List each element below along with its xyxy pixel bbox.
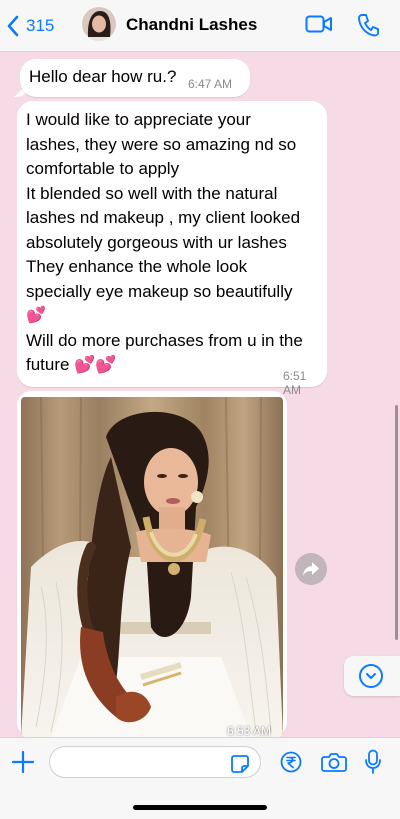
scrollbar[interactable] xyxy=(395,405,398,640)
message-text: Hello dear how ru.? xyxy=(29,67,177,86)
microphone-icon[interactable] xyxy=(364,749,382,775)
forward-button[interactable] xyxy=(295,553,327,585)
rupee-payment-icon[interactable] xyxy=(280,751,302,773)
bride-photo[interactable] xyxy=(21,397,283,737)
sticker-icon[interactable] xyxy=(230,754,250,774)
message-line: future 💕💕 xyxy=(26,355,117,374)
message-bubble[interactable]: Hello dear how ru.? 6:47 AM xyxy=(20,59,250,97)
camera-icon[interactable] xyxy=(321,751,347,773)
message-line: It blended so well with the natural xyxy=(26,183,278,203)
message-bubble[interactable]: I would like to appreciate your lashes, … xyxy=(17,101,327,397)
video-call-icon[interactable] xyxy=(305,13,333,35)
forward-icon xyxy=(303,562,319,576)
plus-icon[interactable] xyxy=(11,750,35,774)
message-line: I would like to appreciate your xyxy=(26,110,251,129)
message-line: lashes nd makeup , my client looked xyxy=(26,208,301,227)
scroll-to-bottom-button[interactable] xyxy=(344,656,400,696)
message-time: 6:51 AM xyxy=(283,369,307,397)
home-indicator xyxy=(133,805,267,810)
message-time: 6:53 AM xyxy=(227,724,272,738)
message-line: specially eye makeup so beautifully xyxy=(26,281,293,301)
message-time: 6:47 AM xyxy=(188,77,233,91)
message-line: They enhance the whole look xyxy=(26,257,248,276)
message-line: comfortable to apply xyxy=(26,159,180,178)
contact-avatar[interactable] xyxy=(82,7,116,41)
message-line: lashes, they were so amazing nd so xyxy=(26,134,297,154)
unread-count: 315 xyxy=(26,16,55,35)
message-line: absolutely gorgeous with ur lashes xyxy=(26,232,287,252)
message-input-bar xyxy=(0,737,400,819)
contact-name[interactable]: Chandni Lashes xyxy=(126,15,257,35)
back-button[interactable]: 315 xyxy=(6,12,54,40)
chat-header: 315 Chandni Lashes xyxy=(0,0,400,52)
message-line: Will do more purchases from u in the xyxy=(26,330,303,350)
phone-icon[interactable] xyxy=(357,13,379,37)
hearts-emoji: 💕 xyxy=(26,307,46,324)
chevron-left-icon xyxy=(7,15,19,37)
message-text: I would like to appreciate your lashes, … xyxy=(26,108,324,378)
chevron-down-icon xyxy=(359,664,383,688)
